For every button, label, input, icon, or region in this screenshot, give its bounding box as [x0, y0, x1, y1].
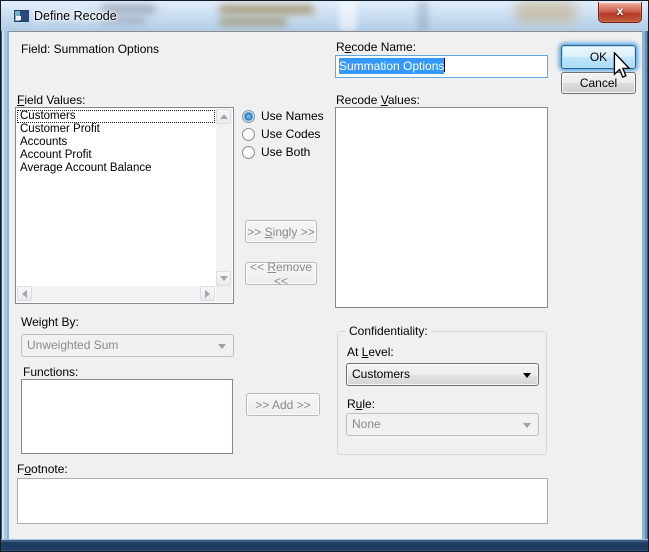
at-level-combobox[interactable]: Customers [346, 363, 539, 386]
chevron-down-icon [523, 423, 531, 428]
close-button[interactable]: x [598, 2, 642, 23]
at-level-label-post: evel: [368, 345, 393, 359]
titlebar[interactable]: Define Recode x [1, 1, 649, 31]
recode-values-label: Recode Values: [336, 93, 420, 107]
window-frame-right [642, 31, 649, 539]
rule-value: None [352, 417, 381, 431]
arrow-down-icon [220, 276, 228, 281]
field-info-label: Field: Summation Options [21, 42, 159, 56]
scroll-down-button[interactable] [216, 271, 231, 286]
field-values-label: Field Values: [17, 93, 86, 107]
use-codes-label: Use Codes [261, 127, 320, 141]
window-frame-bottom [1, 539, 649, 552]
remove-button-label: << Remove << [246, 260, 316, 288]
use-names-radio[interactable]: Use Names [242, 109, 324, 123]
list-item[interactable]: Accounts [17, 136, 215, 149]
functions-label: Functions: [23, 365, 78, 379]
use-both-radio[interactable]: Use Both [242, 145, 310, 159]
use-both-label: Use Both [261, 145, 310, 159]
rule-label: Rule: [347, 397, 375, 411]
rule-combobox[interactable]: None [346, 413, 539, 436]
radio-unselected-icon [242, 146, 255, 159]
window-frame-left [1, 31, 9, 539]
chevron-down-icon [218, 344, 226, 349]
horizontal-scrollbar[interactable] [17, 286, 215, 302]
glass-blur-decoration [219, 5, 314, 14]
singly-post: ingly >> [273, 225, 315, 239]
text-caret [444, 58, 445, 72]
footnote-label-post: otnote: [31, 462, 68, 476]
glass-blur-decoration [339, 1, 357, 31]
confidentiality-group-label: Confidentiality: [346, 324, 431, 338]
selected-text: Summation Options [339, 58, 444, 74]
at-level-value: Customers [352, 367, 410, 381]
use-codes-radio[interactable]: Use Codes [242, 127, 320, 141]
glass-blur-decoration [417, 1, 429, 31]
arrow-right-icon [205, 290, 210, 298]
list-item[interactable]: Customers [17, 110, 215, 123]
scroll-right-button[interactable] [200, 286, 215, 301]
recode-name-label-post: code Name: [351, 40, 416, 54]
remove-button[interactable]: << Remove << [245, 262, 317, 285]
scrollbar-corner [216, 286, 232, 302]
remove-mnemonic: R [267, 260, 276, 274]
use-names-label: Use Names [261, 109, 324, 123]
close-icon: x [617, 4, 624, 18]
chevron-down-icon [523, 373, 531, 378]
radio-unselected-icon [242, 128, 255, 141]
recode-name-label-pre: R [336, 40, 345, 54]
window-title: Define Recode [34, 9, 117, 23]
recode-name-label: Recode Name: [336, 40, 416, 54]
rule-label-pre: R [347, 397, 356, 411]
define-recode-dialog: Define Recode x Field: Summation Options… [0, 0, 649, 552]
scroll-left-button[interactable] [17, 286, 32, 301]
rule-label-post: le: [362, 397, 375, 411]
functions-listbox[interactable] [21, 379, 233, 454]
recode-values-label-mnemonic: V [381, 93, 388, 107]
arrow-left-icon [22, 290, 27, 298]
singly-button-label: >> Singly >> [247, 225, 314, 239]
at-level-label-pre: At [347, 345, 362, 359]
footnote-input[interactable] [17, 478, 548, 524]
arrow-up-icon [220, 114, 228, 119]
recode-values-label-post: alues: [388, 93, 420, 107]
weight-by-value: Unweighted Sum [27, 338, 118, 352]
remove-pre: << [250, 260, 267, 274]
add-button[interactable]: >> Add >> [246, 393, 320, 416]
app-window-icon [14, 10, 29, 22]
mouse-cursor-icon [613, 52, 631, 79]
singly-button[interactable]: >> Singly >> [245, 220, 317, 243]
list-item[interactable]: Account Profit [17, 149, 215, 162]
recode-values-listbox[interactable] [335, 107, 548, 308]
singly-pre: >> [247, 225, 264, 239]
recode-values-label-pre: Recode [336, 93, 381, 107]
weight-by-combobox[interactable]: Unweighted Sum [21, 334, 234, 357]
list-item[interactable]: Customer Profit [17, 123, 215, 136]
field-values-listbox[interactable]: Customers Customer Profit Accounts Accou… [15, 107, 234, 304]
footnote-label: Footnote: [17, 462, 68, 476]
recode-name-input[interactable]: Summation Options [335, 55, 548, 78]
remove-post: emove << [274, 260, 312, 288]
list-item[interactable]: Average Account Balance [17, 162, 215, 175]
singly-mnemonic: S [265, 225, 273, 239]
glass-blur-decoration [219, 18, 287, 26]
glass-blur-decoration [516, 1, 576, 23]
weight-by-label: Weight By: [21, 315, 79, 329]
vertical-scrollbar[interactable] [216, 109, 232, 286]
at-level-label: At Level: [347, 345, 394, 359]
scroll-up-button[interactable] [216, 109, 231, 124]
radio-selected-icon [242, 110, 255, 123]
field-values-label-post: ield Values: [24, 93, 85, 107]
